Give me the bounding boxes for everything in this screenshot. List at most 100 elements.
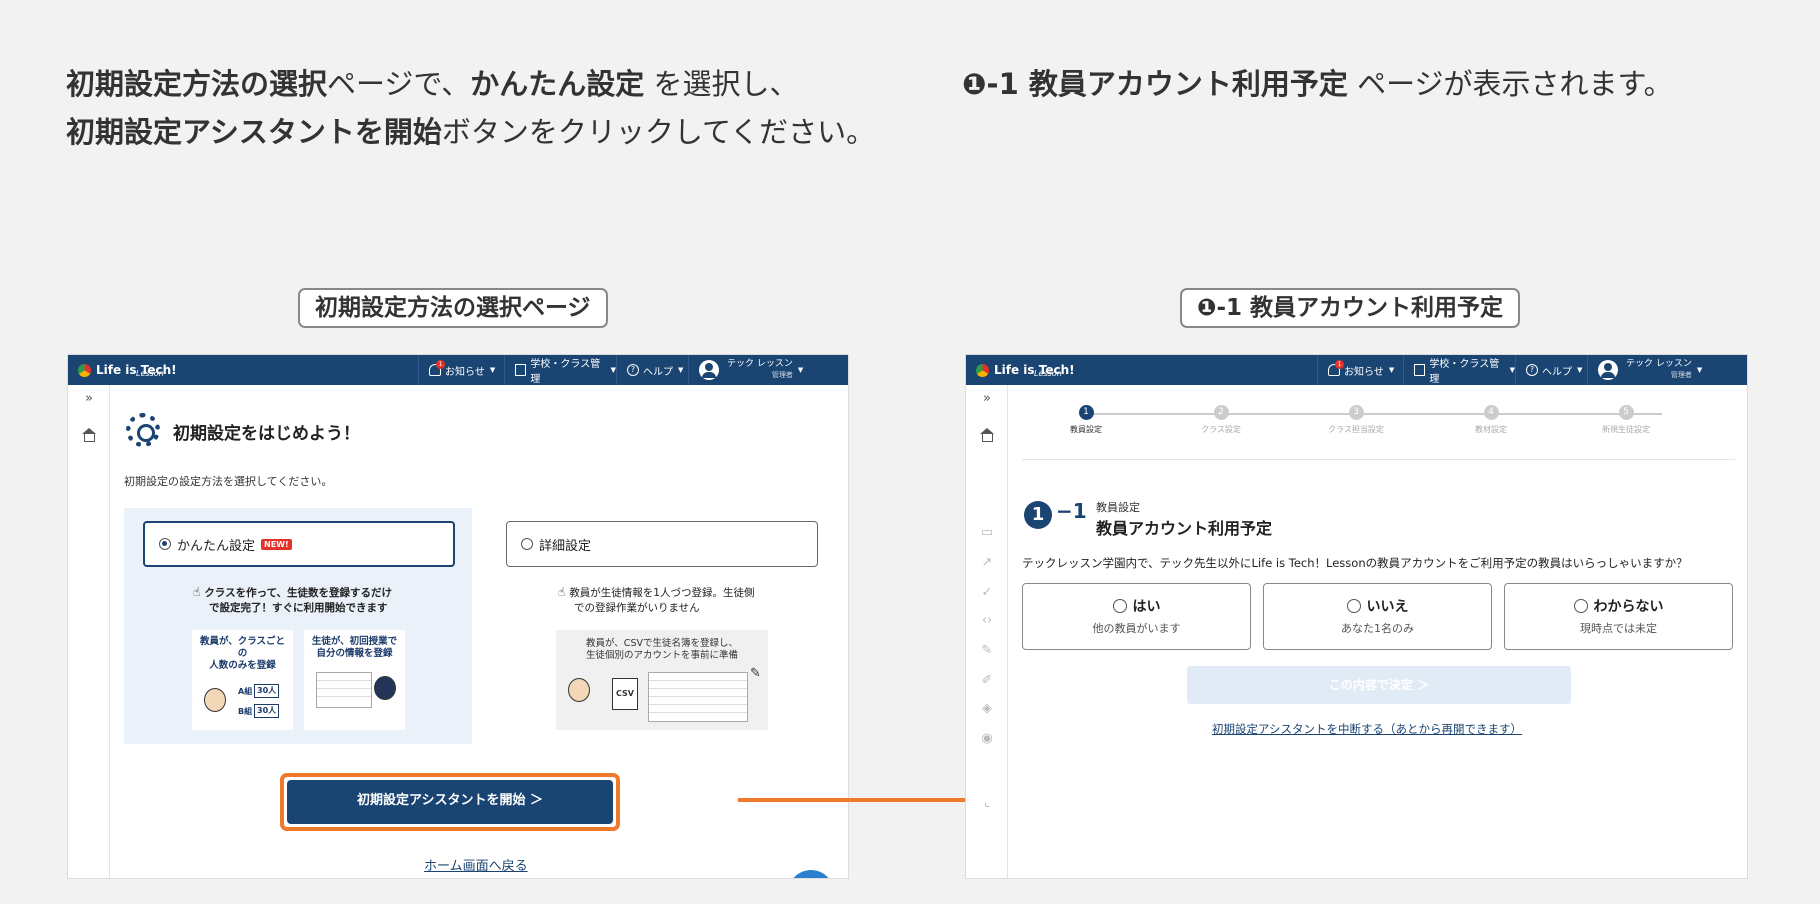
notification-badge: 1	[1335, 360, 1344, 369]
terminal-icon[interactable]: ▭	[979, 525, 995, 541]
user-info: テック レッスン 管理者	[1626, 359, 1692, 381]
choice-title: はい	[1023, 596, 1250, 616]
instruction-right: ❶-1 教員アカウント利用予定 ページが表示されます。	[962, 60, 1802, 108]
choice-label: わからない	[1593, 599, 1664, 615]
card-line: の	[237, 648, 248, 659]
logo-mark-icon	[78, 363, 91, 377]
step-3: 3 クラス担当設定	[1311, 405, 1401, 435]
sidebar: » ▭ ↗ ✓ ‹› ✎ ✐ ◈ ◉ ⌞	[966, 385, 1008, 878]
detail-setup-option[interactable]: 詳細設定	[506, 521, 818, 567]
nav-help[interactable]: ? ヘルプ ▼	[616, 355, 688, 385]
help-icon: ?	[1526, 364, 1538, 376]
expand-sidebar-icon[interactable]: »	[81, 391, 97, 407]
chat-fab-button[interactable]	[788, 870, 834, 878]
question-text: テックレッスン学園内で、テック先生以外にLife is Tech！Lessonの…	[1022, 556, 1688, 570]
card-line: 人数のみを登録	[209, 660, 276, 671]
radio-unselected	[521, 538, 533, 550]
home-icon[interactable]	[81, 427, 97, 443]
instruction-bold: 初期設定方法の選択	[66, 67, 328, 101]
choice-sub: あなた1名のみ	[1341, 622, 1414, 635]
nav-help[interactable]: ? ヘルプ ▼	[1515, 355, 1587, 385]
nav-label: お知らせ	[445, 366, 485, 378]
chevron-down-icon: ▼	[1388, 366, 1395, 374]
chevron-down-icon: ▼	[1696, 366, 1703, 374]
nav-user[interactable]: テック レッスン 管理者 ▼	[1587, 355, 1747, 385]
check-circle-icon[interactable]: ✓	[979, 585, 995, 601]
help-icon: ?	[627, 364, 639, 376]
instruction-left: 初期設定方法の選択ページで、かんたん設定 を選択し、 初期設定アシスタントを開始…	[66, 60, 886, 156]
user-name: テック レッスン	[1626, 359, 1692, 369]
start-assistant-button[interactable]: 初期設定アシスタントを開始 ＞	[287, 780, 613, 824]
nav-notifications[interactable]: 1 お知らせ ▼	[1317, 355, 1403, 385]
user-info: テック レッスン 管理者	[727, 359, 793, 381]
home-icon[interactable]	[979, 427, 995, 443]
logo-sub: Lesson	[1034, 369, 1062, 378]
palette-icon[interactable]: ◉	[979, 731, 995, 747]
instruction-bold: かんたん設定	[470, 67, 645, 101]
choice-label: はい	[1132, 599, 1161, 615]
step-dot: 2	[1213, 405, 1229, 420]
choice-yes[interactable]: はい 他の教員がいます	[1022, 583, 1251, 650]
logo-sub: Lesson	[136, 369, 164, 378]
step-label: 新規生徒設定	[1602, 425, 1650, 434]
easy-card-student: 生徒が、初回授業で 自分の情報を登録	[304, 630, 405, 730]
nav-label: ヘルプ	[643, 366, 673, 378]
screenshot-teacher-account: Life is Tech! Lesson 1 お知らせ ▼ 学校・クラス管理 ▼ ?…	[965, 354, 1748, 879]
edit-icon[interactable]: ✐	[979, 673, 995, 689]
detail-description: ☝ 教員が生徒情報を1人づつ登録。生徒側 での登録作業がいりません	[558, 585, 755, 616]
bell-icon: 1	[1328, 360, 1344, 376]
nav-user[interactable]: テック レッスン 管理者 ▼	[688, 355, 848, 385]
class-a-label: A組	[238, 687, 253, 696]
step-dot: 1	[1078, 405, 1094, 420]
instruction-bold: ❶-1 教員アカウント利用予定	[962, 67, 1348, 101]
form-illustration	[316, 672, 372, 708]
step-dot: 5	[1618, 405, 1634, 420]
caption-right: ❶-1 教員アカウント利用予定	[1180, 288, 1521, 328]
step-5: 5 新規生徒設定	[1581, 405, 1671, 435]
pointer-hand-icon: ☝	[558, 585, 566, 599]
chevron-down-icon: ▼	[1577, 366, 1583, 374]
step-number-suffix: −1	[1056, 499, 1087, 523]
page-title: 教員アカウント利用予定	[1096, 519, 1273, 538]
instruction-text: ページで、	[327, 67, 471, 101]
desc-line: で設定完了！すぐに利用開始できます	[209, 602, 388, 614]
nav-notifications[interactable]: 1 お知らせ ▼	[418, 355, 504, 385]
nav-school-class[interactable]: 学校・クラス管理 ▼	[504, 355, 616, 385]
progress-stepper: 1 教員設定 2 クラス設定 3 クラス担当設定 4 教材設定 5 新規生徒設定	[1070, 405, 1674, 445]
choice-no[interactable]: いいえ あなた1名のみ	[1263, 583, 1492, 650]
chart-icon[interactable]: ⌞	[979, 795, 995, 811]
nav-label: ヘルプ	[1542, 366, 1572, 378]
teacher-illustration	[568, 678, 590, 702]
step-dot: 4	[1483, 405, 1499, 420]
python-icon[interactable]: ◈	[979, 701, 995, 717]
step-number-badge: 1	[1024, 501, 1052, 529]
chevron-down-icon: ▼	[797, 366, 804, 374]
gear-icon	[126, 413, 160, 447]
pen-icon[interactable]: ✎	[979, 643, 995, 659]
desc-line: での登録作業がいりません	[574, 602, 700, 614]
abort-assistant-link[interactable]: 初期設定アシスタントを中断する（あとから再開できます）	[1212, 721, 1522, 737]
app-header: Life is Tech! Lesson 1 お知らせ ▼ 学校・クラス管理 ▼ ?…	[966, 355, 1747, 385]
decide-button[interactable]: この内容で決定 ＞	[1187, 666, 1571, 704]
choice-unknown[interactable]: わからない 現時点では未定	[1504, 583, 1733, 650]
trend-icon[interactable]: ↗	[979, 555, 995, 571]
logo-mark-icon	[976, 363, 989, 377]
notification-badge: 1	[436, 360, 445, 369]
radio-unselected	[1573, 599, 1588, 613]
radio-unselected	[1346, 599, 1361, 613]
card-line: 生徒が、初回授業で	[311, 636, 398, 647]
roster-table-illustration	[648, 672, 748, 722]
back-to-home-link[interactable]: ホーム画面へ戻る	[424, 855, 528, 874]
easy-setup-option[interactable]: かんたん設定 NEW!	[143, 521, 455, 567]
building-icon	[1414, 364, 1426, 376]
bell-icon: 1	[429, 360, 445, 376]
expand-sidebar-icon[interactable]: »	[979, 391, 995, 407]
start-button-highlight: 初期設定アシスタントを開始 ＞	[280, 773, 620, 831]
card-line: 自分の情報を登録	[316, 648, 393, 659]
user-role: 管理者	[1670, 371, 1692, 379]
instruction-text: を選択し、	[644, 67, 799, 101]
home-icon-shape	[980, 428, 994, 442]
code-icon[interactable]: ‹›	[979, 613, 995, 629]
divider	[1022, 459, 1735, 460]
nav-school-class[interactable]: 学校・クラス管理 ▼	[1403, 355, 1515, 385]
